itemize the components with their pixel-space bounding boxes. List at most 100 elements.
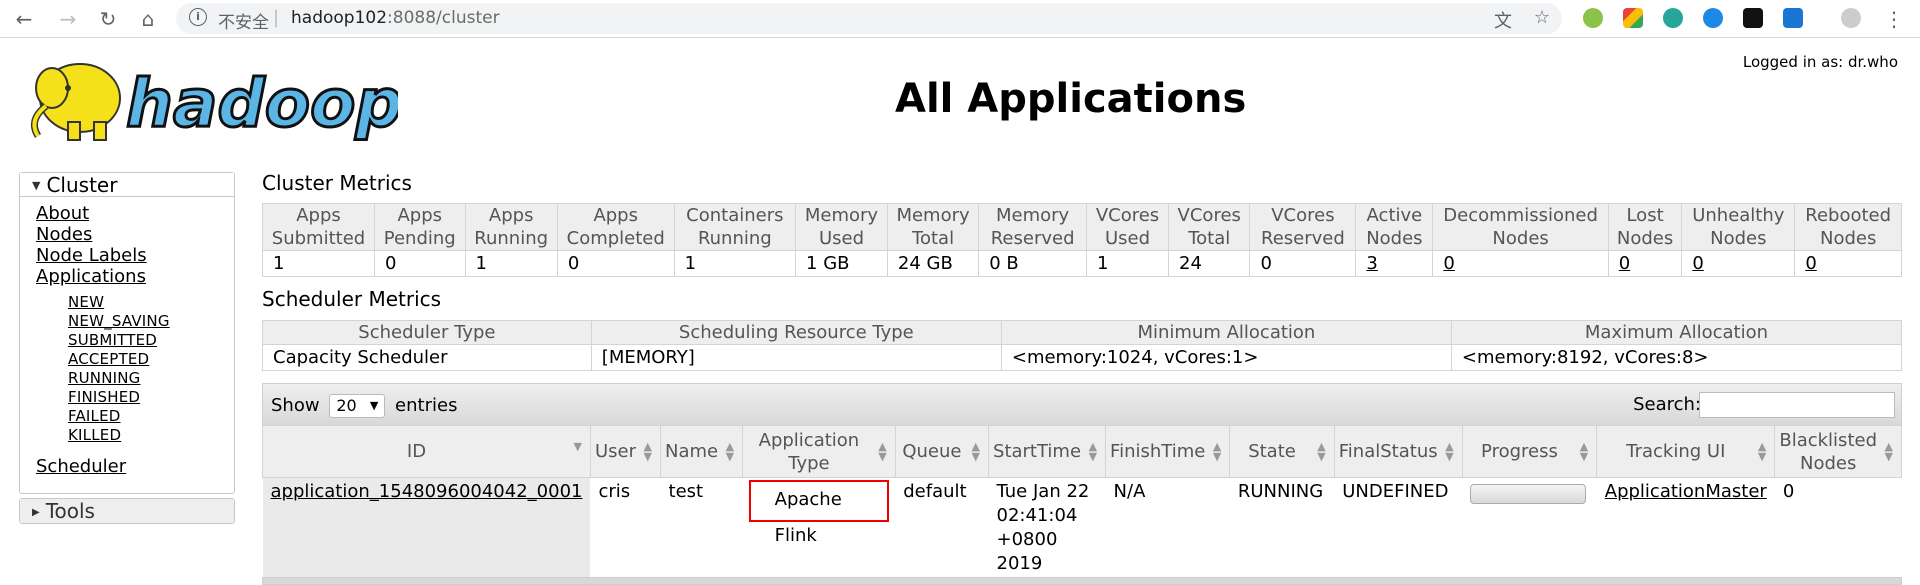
cluster-metric-value-3: 0 [556,250,675,277]
scheduler-metric-value-2: <memory:1024, vCores:1> [1000,344,1452,371]
tracking-ui-link[interactable]: ApplicationMaster [1605,481,1767,502]
sidebar-tools-header[interactable]: ▶ Tools [20,499,234,523]
logged-in-label: Logged in as: dr.who [1742,53,1898,71]
column-header-queue[interactable]: Queue ▲ ▼ [894,425,990,478]
cluster-metrics-table: Apps Submitted Apps Pending Apps Running Ap… [262,203,1902,277]
sort-icon: ▲ ▼ [878,440,887,463]
sort-icon: ▲ ▼ [1579,440,1589,463]
cluster-metric-value-9: 24 [1168,250,1251,277]
cluster-metric-value-link-14[interactable]: 0 [1692,253,1703,274]
cell-application-type: Apache Flink [742,477,896,579]
sidebar-state-finished[interactable]: FINISHED [68,388,140,406]
url-text[interactable]: hadoop102:8088/cluster [291,8,500,28]
column-header-label: ID [406,441,427,462]
column-header-starttime[interactable]: StartTime ▲ ▼ [988,425,1107,478]
translate-icon[interactable]: 文 [1494,7,1512,33]
column-header-label: FinishTime [1110,441,1206,462]
column-header-tracking-ui[interactable]: Tracking UI ▲ ▼ [1596,425,1776,478]
cell-blacklisted-nodes: 0 [1774,477,1902,579]
column-header-label: Name [665,441,719,462]
extension-icon-2[interactable] [1623,8,1643,28]
sidebar-link-scheduler[interactable]: Scheduler [36,456,126,477]
extension-icon-3[interactable] [1663,8,1683,28]
sidebar-state-new-saving[interactable]: NEW_SAVING [68,312,170,330]
column-header-name[interactable]: Name ▲ ▼ [660,425,744,478]
home-icon[interactable]: ⌂ [136,7,160,31]
cluster-metric-value-link-15[interactable]: 0 [1805,253,1816,274]
sort-icon: ▲ ▼ [1757,440,1767,463]
star-icon[interactable]: ☆ [1534,7,1550,28]
sidebar-tools-panel[interactable]: ▶ Tools [19,498,235,524]
extension-icon-5[interactable] [1743,8,1763,28]
sidebar-link-nodes[interactable]: Nodes [36,224,92,245]
column-header-label: FinalStatus [1338,441,1438,462]
column-header-label: User [594,441,637,462]
sidebar-link-node-labels[interactable]: Node Labels [36,245,147,266]
cluster-metric-value-12: 0 [1432,250,1609,277]
search-input[interactable] [1699,392,1895,418]
cluster-metric-value-7: 0 B [978,250,1087,277]
cluster-metric-value-link-12[interactable]: 0 [1443,253,1454,274]
extension-icon-4[interactable] [1703,8,1723,28]
reload-icon[interactable]: ↻ [96,7,120,31]
triangle-right-icon: ▶ [32,507,40,518]
chevron-down-icon: ▼ [369,399,379,412]
forward-icon[interactable]: → [56,7,80,31]
cluster-metric-value-link-11[interactable]: 3 [1366,253,1377,274]
sidebar-state-killed[interactable]: KILLED [68,426,121,444]
page-size-select[interactable]: 20 ▼ [329,394,386,418]
sidebar-state-running[interactable]: RUNNING [68,369,141,387]
extension-icon-1[interactable] [1583,8,1603,28]
sidebar-link-applications[interactable]: Applications [36,266,146,287]
column-header-label: StartTime [993,441,1082,462]
highlight-box: Apache Flink [748,480,890,546]
applications-table: ID ▼ User ▲ ▼ Name ▲ ▼ Application Type ▲ ▼ Queue ▲ ▼… [262,425,1902,579]
scheduler-metric-header-3: Maximum Allocation [1450,320,1903,345]
column-header-progress[interactable]: Progress ▲ ▼ [1461,425,1598,478]
cluster-metric-value-2: 1 [464,250,558,277]
cluster-metric-value-1: 0 [373,250,466,277]
column-header-finishtime[interactable]: FinishTime ▲ ▼ [1105,425,1231,478]
cluster-metric-header-7: Memory Reserved [978,203,1087,251]
sidebar-state-failed[interactable]: FAILED [68,407,121,425]
back-icon[interactable]: ← [12,7,36,31]
sidebar-tools-label: Tools [45,499,95,523]
sort-icon: ▲ ▼ [643,440,653,463]
column-header-finalstatus[interactable]: FinalStatus ▲ ▼ [1333,425,1463,478]
column-header-label: State [1248,441,1296,462]
datatable-footer [262,577,1902,585]
sort-icon: ▲ ▼ [725,440,735,463]
column-header-label: Blacklisted Nodes [1779,429,1877,474]
sidebar-cluster-header[interactable]: ▼ Cluster [20,173,234,197]
sort-icon: ▲ ▼ [971,440,981,463]
info-icon[interactable]: i [189,8,207,26]
sidebar-state-submitted[interactable]: SUBMITTED [68,331,157,349]
length-control: Show 20 ▼ entries [271,394,457,418]
column-header-label: Queue [902,441,962,462]
progress-bar [1470,484,1587,504]
column-header-label: Progress [1481,441,1558,462]
column-header-application-type[interactable]: Application Type ▲ ▼ [742,425,896,478]
cluster-metric-value-13: 0 [1607,250,1683,277]
scheduler-metric-value-1: [MEMORY] [590,344,1002,371]
cluster-metric-header-5: Memory Used [795,203,888,251]
scheduler-metric-value-3: <memory:8192, vCores:8> [1450,344,1903,371]
app-id-link[interactable]: application_1548096004042_0001 [271,481,583,502]
column-header-id[interactable]: ID ▼ [262,425,591,478]
menu-icon[interactable]: ⋮ [1882,7,1906,31]
column-header-label: Application Type [758,429,860,474]
extension-icon-6[interactable] [1783,8,1803,28]
address-bar[interactable]: i 不安全 | hadoop102:8088/cluster 文 ☆ [176,3,1562,34]
avatar[interactable] [1841,8,1861,28]
sidebar-state-accepted[interactable]: ACCEPTED [68,350,149,368]
cluster-metric-value-11: 3 [1355,250,1434,277]
column-header-blacklisted-nodes[interactable]: Blacklisted Nodes ▲ ▼ [1774,425,1902,478]
column-header-user[interactable]: User ▲ ▼ [589,425,662,478]
sidebar-state-new[interactable]: NEW [68,293,104,311]
column-header-state[interactable]: State ▲ ▼ [1229,425,1335,478]
sidebar-link-about[interactable]: About [36,203,89,224]
cluster-metric-header-4: Containers Running [673,203,797,251]
cell-name: test [660,477,743,579]
scheduler-metric-header-0: Scheduler Type [262,320,592,345]
cluster-metric-value-link-13[interactable]: 0 [1619,253,1630,274]
